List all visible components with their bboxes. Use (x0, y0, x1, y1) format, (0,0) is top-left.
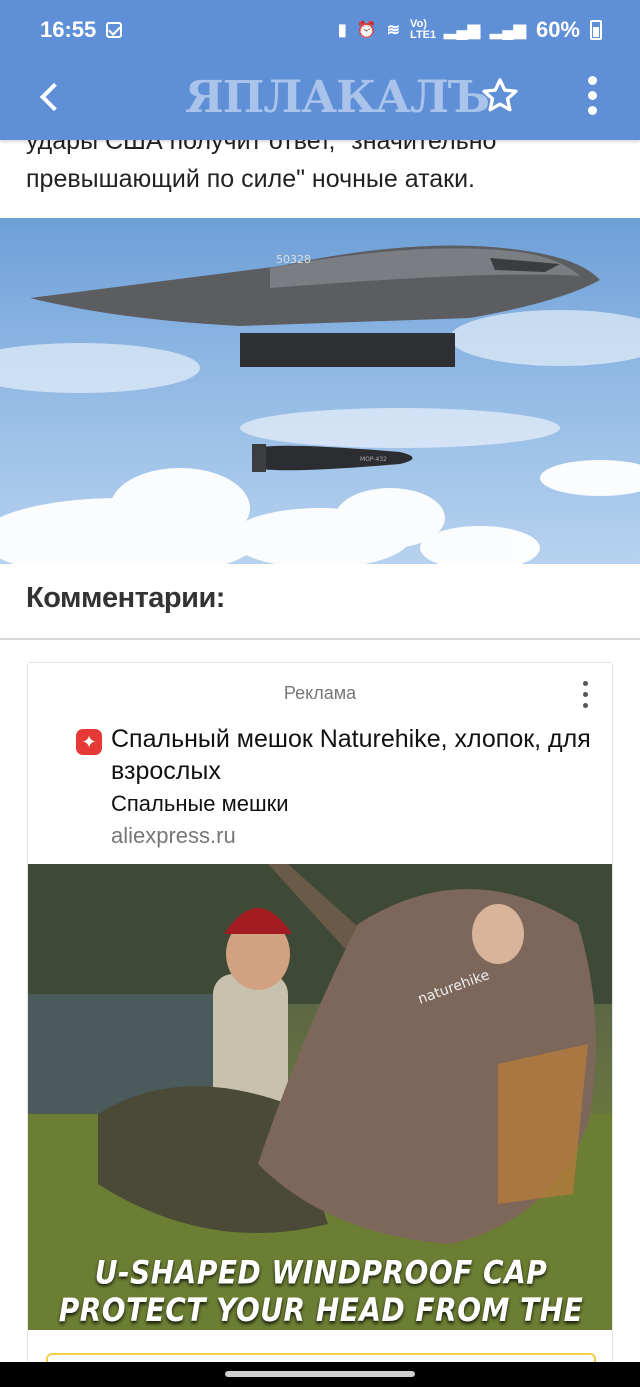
dot (588, 106, 597, 115)
dot (583, 681, 588, 686)
app-bar: ЯПЛАКАЛЪ (0, 60, 640, 140)
back-button[interactable] (30, 74, 74, 118)
more-menu-button[interactable] (578, 74, 608, 118)
comments-heading: Комментарии: (26, 582, 225, 614)
star-outline-icon (482, 78, 518, 112)
ad-domain[interactable]: aliexpress.ru (111, 823, 236, 849)
ad-card[interactable]: Реклама Спальный мешок Naturehike, хлопо… (27, 662, 613, 1372)
status-icons: ▮ ⏰ ≋ Vo) LTE1 ▂▄▆ ▂▄▆ 60% (338, 17, 602, 43)
favorite-button[interactable] (478, 74, 522, 118)
notification-check-icon (106, 22, 123, 38)
battery-icon (590, 20, 602, 40)
dot (583, 692, 588, 697)
battery-saver-icon: ▮ (337, 22, 347, 39)
dot (588, 91, 597, 100)
network-label: Vo) LTE1 (410, 18, 437, 41)
ad-caption-line2: PROTECT YOUR HEAD FROM THE COLD (58, 1291, 584, 1330)
bomb-marking: MOP-432 (360, 456, 387, 463)
ad-label: Реклама (283, 683, 357, 703)
signal-icon-2: ▂▄▆ (490, 22, 526, 39)
ad-category: Спальные мешки (111, 791, 289, 816)
status-time: 16:55 (40, 17, 97, 42)
site-logo[interactable]: ЯПЛАКАЛЪ (185, 70, 490, 126)
signal-icon: ▂▄▆ (444, 22, 480, 39)
ad-caption-line1: U-SHAPED WINDPROOF CAP (94, 1253, 548, 1292)
dot (583, 703, 588, 708)
home-handle[interactable] (225, 1371, 415, 1377)
ad-title[interactable]: Спальный мешок Naturehike, хлопок, для в… (111, 723, 591, 787)
ad-image[interactable]: naturehike U-SHAPED WINDPROOF CAP PROTEC… (28, 864, 612, 1330)
dot (588, 76, 597, 85)
article-image[interactable]: 50328 MOP-432 (0, 218, 640, 564)
alarm-icon: ⏰ (356, 22, 377, 39)
status-bar: 16:55 ▮ ⏰ ≋ Vo) LTE1 ▂▄▆ ▂▄▆ 60% (0, 0, 640, 60)
bomber-photo: 50328 MOP-432 (0, 245, 640, 564)
aliexpress-icon (76, 729, 102, 755)
wifi-icon: ≋ (386, 22, 401, 39)
article-line: превышающий по силе" ночные атаки. (26, 165, 475, 193)
ad-menu-button[interactable] (576, 677, 596, 713)
aircraft-marking: 50328 (276, 253, 311, 266)
battery-percent: 60% (535, 17, 580, 42)
divider (0, 638, 640, 640)
system-nav-bar (0, 1362, 640, 1387)
